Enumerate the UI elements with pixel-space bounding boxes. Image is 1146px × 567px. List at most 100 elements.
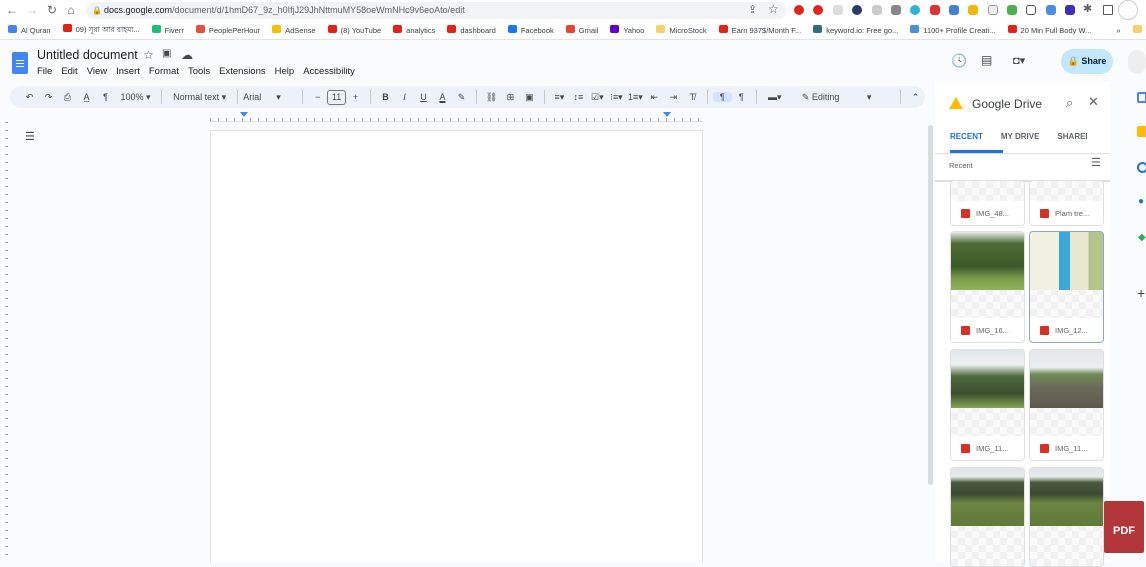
shield-extension-icon[interactable] bbox=[833, 5, 843, 15]
menu-tools[interactable]: Tools bbox=[188, 66, 210, 77]
tab-shared[interactable]: SHARED bbox=[1057, 132, 1087, 141]
document-scrollbar[interactable] bbox=[928, 125, 933, 485]
extension-icon[interactable] bbox=[852, 5, 862, 15]
contacts-icon[interactable]: ● bbox=[1138, 196, 1144, 207]
menu-insert[interactable]: Insert bbox=[116, 66, 140, 77]
file-card[interactable] bbox=[1029, 467, 1104, 567]
document-title[interactable]: Untitled document bbox=[37, 48, 138, 62]
address-bar[interactable]: 🔒docs.google.com/document/d/1hmD67_9z_h0… bbox=[86, 2, 786, 19]
font-size-input[interactable]: 11 bbox=[327, 90, 346, 105]
bookmark-item[interactable]: Facebook bbox=[508, 25, 554, 35]
ltr-icon[interactable]: ¶ bbox=[713, 92, 732, 102]
keep-icon[interactable] bbox=[1137, 126, 1146, 137]
bookmark-item[interactable]: Al Quran bbox=[8, 25, 51, 35]
share-button[interactable]: 🔒 Share bbox=[1061, 49, 1113, 74]
print-icon[interactable]: ⎙ bbox=[58, 92, 77, 103]
tab-recent[interactable]: RECENT bbox=[950, 132, 983, 141]
highlight-icon[interactable]: ✎ bbox=[452, 92, 471, 103]
bookmark-item[interactable]: 09) সূরা আর রাহমা... bbox=[63, 24, 140, 37]
right-indent-marker[interactable] bbox=[663, 112, 671, 121]
menu-view[interactable]: View bbox=[87, 66, 107, 77]
file-card[interactable]: IMG_11... bbox=[950, 349, 1025, 461]
key-extension-icon[interactable] bbox=[891, 5, 901, 15]
underline-button[interactable]: U bbox=[414, 92, 433, 102]
clear-formatting-icon[interactable]: T̸ bbox=[683, 92, 702, 102]
line-spacing-icon[interactable]: ↕≡ bbox=[569, 92, 588, 102]
extension-icon[interactable] bbox=[1026, 5, 1036, 15]
bookmark-item[interactable]: analytics bbox=[393, 25, 435, 35]
home-icon[interactable]: ⌂ bbox=[63, 3, 79, 17]
bookmark-item[interactable]: keyword.io: Free go... bbox=[813, 25, 898, 35]
move-folder-icon[interactable]: ▣ bbox=[162, 48, 171, 59]
italic-button[interactable]: I bbox=[395, 92, 414, 102]
extension-icon[interactable] bbox=[872, 5, 882, 15]
image-icon[interactable]: ▣ bbox=[520, 92, 539, 103]
increase-font-size-button[interactable]: + bbox=[346, 92, 365, 102]
back-icon[interactable]: ← bbox=[4, 3, 20, 17]
bookmark-item[interactable]: MicroStock bbox=[656, 25, 706, 35]
megaphone-extension-icon[interactable] bbox=[930, 5, 940, 15]
editing-mode-select[interactable]: ✎ Editing ▾ bbox=[802, 92, 895, 103]
version-history-icon[interactable]: 🕓 bbox=[951, 53, 967, 69]
checklist-icon[interactable]: ☑▾ bbox=[588, 92, 607, 103]
decrease-indent-icon[interactable]: ⇤ bbox=[645, 92, 664, 103]
search-icon[interactable]: ⌕ bbox=[1066, 95, 1073, 111]
mail-extension-icon[interactable] bbox=[988, 5, 998, 15]
font-select[interactable]: Arial ▾ bbox=[243, 92, 297, 103]
list-view-icon[interactable]: ☰ bbox=[1091, 156, 1101, 169]
profile-avatar[interactable] bbox=[1118, 0, 1138, 20]
bookmark-item[interactable]: PeoplePerHour bbox=[196, 25, 260, 35]
file-card[interactable]: IMG_48... bbox=[950, 180, 1025, 226]
bookmark-item[interactable]: (8) YouTube bbox=[328, 25, 382, 35]
bookmark-item[interactable]: 20 Min Full Body W... bbox=[1008, 25, 1092, 35]
bold-button[interactable]: B bbox=[376, 92, 395, 102]
spellcheck-icon[interactable]: A̲ bbox=[77, 92, 96, 102]
file-card[interactable]: Plam tre... bbox=[1029, 180, 1104, 226]
bookmark-item[interactable]: 1100+ Profile Creati... bbox=[910, 25, 995, 35]
adblock-extension-icon[interactable] bbox=[813, 5, 823, 15]
maps-icon[interactable]: ◆ bbox=[1138, 232, 1146, 243]
bookmark-item[interactable]: Other bookmarks bbox=[1133, 25, 1146, 35]
redo-icon[interactable]: ↷ bbox=[39, 92, 58, 103]
undo-icon[interactable]: ↶ bbox=[20, 92, 39, 103]
tasks-icon[interactable] bbox=[1137, 162, 1146, 173]
extension-icon[interactable] bbox=[910, 5, 920, 15]
outline-icon[interactable]: ☰ bbox=[25, 130, 35, 143]
keyboard-icon[interactable]: ▬▾ bbox=[762, 92, 788, 103]
extension-icon[interactable] bbox=[1065, 5, 1075, 15]
forward-icon[interactable]: → bbox=[24, 3, 40, 17]
horizontal-ruler[interactable] bbox=[210, 112, 703, 122]
side-panel-icon[interactable] bbox=[1103, 5, 1113, 15]
extension-icon[interactable] bbox=[1007, 5, 1017, 15]
close-icon[interactable]: ✕ bbox=[1088, 94, 1099, 110]
comments-icon[interactable]: ▤ bbox=[981, 53, 992, 67]
bookmark-item[interactable]: Gmail bbox=[566, 25, 599, 35]
rtl-icon[interactable]: ¶ bbox=[732, 92, 751, 102]
calendar-icon[interactable] bbox=[1137, 92, 1146, 103]
bullet-list-icon[interactable]: ⁝≡▾ bbox=[607, 92, 626, 103]
style-select[interactable]: Normal text ▾ bbox=[167, 92, 232, 103]
extension-icon[interactable] bbox=[968, 5, 978, 15]
file-card[interactable] bbox=[950, 467, 1025, 567]
zoom-select[interactable]: 100% ▾ bbox=[115, 92, 156, 103]
menu-format[interactable]: Format bbox=[149, 66, 179, 77]
account-avatar[interactable] bbox=[1128, 50, 1146, 74]
file-card[interactable]: IMG_12... bbox=[1029, 231, 1104, 343]
add-addon-icon[interactable]: + bbox=[1137, 285, 1145, 301]
document-page[interactable] bbox=[210, 130, 703, 562]
bookmark-item[interactable]: Fiverr bbox=[152, 25, 184, 35]
indent-marker[interactable] bbox=[240, 112, 248, 121]
meet-icon[interactable]: ◘▾ bbox=[1013, 54, 1025, 67]
bookmark-item[interactable]: » bbox=[1103, 25, 1120, 35]
share-page-icon[interactable]: ⇪ bbox=[748, 3, 757, 16]
bookmark-item[interactable]: dashboard bbox=[447, 25, 495, 35]
docs-logo-icon[interactable] bbox=[12, 52, 28, 74]
bookmark-star-icon[interactable]: ☆ bbox=[768, 2, 779, 16]
decrease-font-size-button[interactable]: − bbox=[308, 92, 327, 102]
collapse-toolbar-icon[interactable]: ⌃ bbox=[906, 92, 925, 103]
link-icon[interactable]: ⛓ bbox=[482, 92, 501, 103]
comment-icon[interactable]: ⊞ bbox=[501, 92, 520, 103]
menu-help[interactable]: Help bbox=[275, 66, 295, 77]
star-icon[interactable]: ☆ bbox=[143, 48, 154, 62]
text-color-button[interactable]: A bbox=[433, 92, 452, 102]
